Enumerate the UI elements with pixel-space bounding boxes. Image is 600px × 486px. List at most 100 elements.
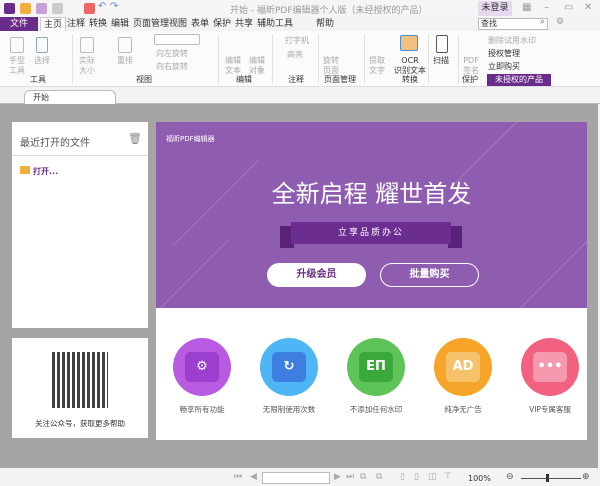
rotate-right-button[interactable]: 向右旋转 <box>152 62 192 72</box>
ribbon: 手型 工具 选择 工具 实际 大小 重排 向左旋转 向右旋转 视图 编辑 文本 … <box>0 31 600 87</box>
buy-now-button[interactable]: 立即购买 <box>488 62 552 72</box>
layout-icon[interactable]: ▦ <box>522 2 531 13</box>
ocr-button[interactable]: OCR 识别文本 <box>390 56 430 76</box>
benefit-label: 不添加任何水印 <box>349 405 403 414</box>
open-icon[interactable] <box>20 3 31 14</box>
tab-home[interactable]: 主页 <box>40 17 67 31</box>
tab-comment[interactable]: 注释 <box>64 17 88 31</box>
pdf-sign-button[interactable]: PDF 签名 <box>460 56 482 76</box>
first-page-icon[interactable]: ⏮ <box>234 472 242 482</box>
window-title: 开始 - 福昕PDF编辑器个人版（未经授权的产品） <box>230 6 428 16</box>
rotate-page-button[interactable]: 旋转 页面 <box>318 56 344 76</box>
benefit-item: ⚙ 畅享所有功能 <box>162 338 242 415</box>
save-icon[interactable] <box>36 3 47 14</box>
upgrade-member-button[interactable]: 升级会员 <box>267 263 366 287</box>
search-input[interactable]: 查找 <box>478 18 548 30</box>
qr-caption: 关注公众号，获取更多帮助 <box>35 419 125 428</box>
open-file-link[interactable]: 打开... <box>33 166 58 177</box>
tab-start[interactable]: 开始 <box>24 90 116 104</box>
zoom-in-icon[interactable]: ⊕ <box>582 472 590 482</box>
select-icon <box>36 37 48 53</box>
zoom-out-icon[interactable]: ⊖ <box>506 472 514 482</box>
undo-icon[interactable]: ↶ <box>98 1 106 12</box>
promo-banner: 福昕PDF编辑器 全新启程 耀世首发 立享品质办公 升级会员 批量购买 <box>156 122 587 308</box>
actual-size-icon <box>80 37 94 53</box>
benefit-label: VIP专属客服 <box>529 405 571 414</box>
benefit-icon: ⚙ <box>173 338 231 396</box>
banner-ribbon: 立享品质办公 <box>291 222 451 244</box>
benefit-label: 无限制使用次数 <box>262 405 316 414</box>
reflow-button[interactable]: 重排 <box>112 56 138 66</box>
benefit-icon: ↻ <box>260 338 318 396</box>
title-bar: ↶ ↷ 开始 - 福昕PDF编辑器个人版（未经授权的产品） 未登录 ▦ – ▭ … <box>0 0 600 17</box>
new-icon[interactable] <box>84 3 95 14</box>
zoom-slider-thumb[interactable] <box>546 474 549 482</box>
edit-text-button[interactable]: 编辑 文本 <box>220 56 246 76</box>
zoom-slider[interactable] <box>521 478 581 479</box>
group-edit-label: 编辑 <box>236 75 252 84</box>
page-number-input[interactable] <box>262 472 330 484</box>
minimize-button[interactable]: – <box>544 2 549 13</box>
group-tools-label: 工具 <box>30 75 46 84</box>
tab-tools[interactable]: 辅助工具 <box>254 17 296 31</box>
benefit-item: AD 纯净无广告 <box>423 338 503 415</box>
zoom-level: 100% <box>468 474 491 483</box>
last-page-icon[interactable]: ⏭ <box>346 472 354 482</box>
tab-view[interactable]: 视图 <box>166 17 190 31</box>
hand-icon <box>10 37 24 53</box>
group-product-label: 未授权的产品 <box>487 74 551 86</box>
scan-button[interactable]: 扫描 <box>430 56 452 66</box>
recent-files-panel: 最近打开的文件 🗑 打开... <box>12 122 148 328</box>
trash-icon[interactable]: 🗑 <box>128 132 142 145</box>
redo-icon[interactable]: ↷ <box>110 1 118 12</box>
benefit-icon: ••• <box>521 338 579 396</box>
folder-icon <box>20 166 30 174</box>
highlight-button[interactable]: 高亮 <box>280 50 310 60</box>
license-management-button[interactable]: 授权管理 <box>488 49 552 59</box>
brand-label: 福昕PDF编辑器 <box>166 135 215 143</box>
next-page-icon[interactable]: ▶ <box>334 472 341 482</box>
benefit-label: 畅享所有功能 <box>179 405 225 414</box>
rotate-left-button[interactable]: 向左旋转 <box>152 49 192 59</box>
print-icon[interactable] <box>52 3 63 14</box>
search-icon[interactable]: ⌕ <box>540 17 545 27</box>
cover-icon[interactable]: ⊤ <box>444 472 452 482</box>
benefit-icon: EΠ <box>347 338 405 396</box>
tab-edit[interactable]: 编辑 <box>108 17 132 31</box>
remove-watermark-button[interactable]: 删除试用水印 <box>488 36 552 46</box>
edit-object-button[interactable]: 编辑 对象 <box>244 56 270 76</box>
typewriter-button[interactable]: 打字机 <box>280 36 314 46</box>
close-button[interactable]: ✕ <box>584 2 592 13</box>
continuous-icon[interactable]: ▯ <box>414 472 419 482</box>
next-view-icon[interactable]: ⧉ <box>376 472 382 482</box>
qr-code <box>52 352 108 408</box>
tab-help[interactable]: 帮助 <box>313 17 337 31</box>
benefit-item: ↻ 无限制使用次数 <box>249 338 329 415</box>
group-pages-label: 页面管理 <box>324 75 356 84</box>
menu-file[interactable]: 文件 <box>0 17 38 31</box>
hand-tool-button[interactable]: 手型 工具 <box>4 56 30 76</box>
qr-panel: 关注公众号，获取更多帮助 <box>12 338 148 438</box>
login-button[interactable]: 未登录 <box>478 1 512 16</box>
tab-protect[interactable]: 保护 <box>210 17 234 31</box>
select-tool-button[interactable]: 选择 <box>30 56 54 66</box>
banner-headline: 全新启程 耀世首发 <box>271 180 472 208</box>
extract-text-button[interactable]: 提取 文字 <box>366 56 388 76</box>
recent-files-title: 最近打开的文件 <box>20 138 90 149</box>
benefit-icon: AD <box>434 338 492 396</box>
maximize-button[interactable]: ▭ <box>564 2 573 13</box>
prev-view-icon[interactable]: ⧉ <box>360 472 366 482</box>
scan-icon <box>436 35 448 53</box>
facing-icon[interactable]: ◫ <box>428 472 437 482</box>
zoom-select[interactable] <box>154 34 200 45</box>
prev-page-icon[interactable]: ◀ <box>250 472 257 482</box>
single-page-icon[interactable]: ▯ <box>400 472 405 482</box>
app-logo-icon <box>4 3 15 14</box>
tab-share[interactable]: 共享 <box>232 17 256 31</box>
benefit-label: 纯净无广告 <box>444 405 482 414</box>
bulk-buy-button[interactable]: 批量购买 <box>380 263 479 287</box>
settings-icon[interactable]: ⚙ <box>556 17 564 27</box>
tab-convert[interactable]: 转换 <box>86 17 110 31</box>
actual-size-button[interactable]: 实际 大小 <box>74 56 100 76</box>
tab-form[interactable]: 表单 <box>188 17 212 31</box>
